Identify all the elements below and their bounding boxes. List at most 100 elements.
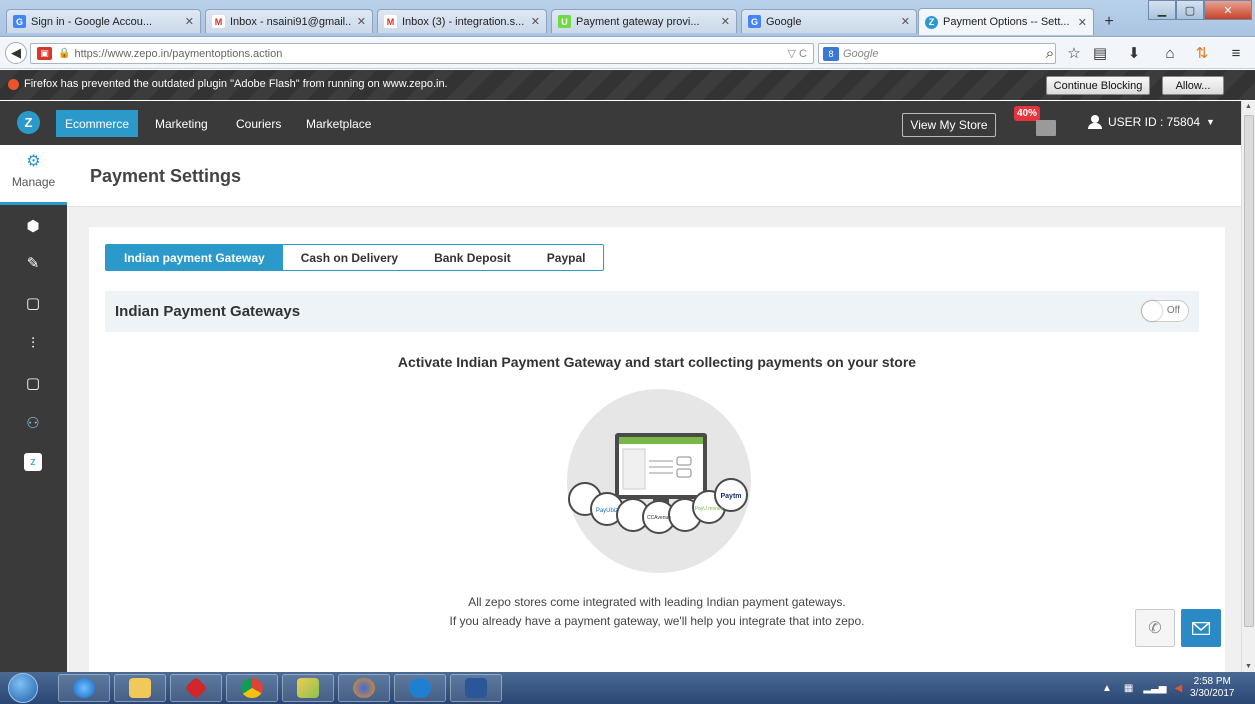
browser-tab-inbox[interactable]: M Inbox - nsaini91@gmail.... ✕ [205,9,373,33]
envelope-icon [1192,621,1210,635]
browser-tab-payment-gateway[interactable]: U Payment gateway provi... ✕ [551,9,737,33]
user-menu[interactable]: USER ID : 75804 ▼ [1088,115,1215,129]
sidebar: ⚙ Manage ⬢ ✎ ▢ ⫶ ▢ ⚇ z [0,145,67,672]
tab-label: Inbox (3) - integration.s... [402,15,525,28]
close-icon[interactable]: ✕ [357,15,366,28]
close-window-button[interactable]: ✕ [1204,0,1252,20]
browser-tab-inbox-integration[interactable]: M Inbox (3) - integration.s... ✕ [377,9,547,33]
page-scrollbar[interactable]: ▲ ▼ [1241,101,1255,672]
taskbar-ie[interactable] [58,674,110,702]
firefox-icon [353,678,375,698]
folders-icon [297,678,319,698]
app-red-icon [184,676,208,700]
page-title: Payment Settings [90,166,242,186]
close-icon[interactable]: ✕ [531,15,540,28]
customers-icon[interactable]: ⚇ [24,415,42,433]
sync-icon[interactable]: ⇅ [1192,46,1212,62]
browser-tab-strip: G Sign in - Google Accou... ✕ M Inbox - … [0,0,1255,37]
tab-bank-deposit[interactable]: Bank Deposit [416,245,529,270]
toggle-knob [1142,301,1162,321]
start-button[interactable] [8,673,38,703]
scrollbar-thumb[interactable] [1244,115,1254,627]
store-icon [1036,120,1056,136]
site-identity-icon[interactable]: ▣ [37,47,52,60]
user-id: USER ID : 75804 [1108,115,1201,129]
close-icon[interactable]: ✕ [721,15,730,28]
browser-tab-google[interactable]: G Google ✕ [741,9,917,33]
close-icon[interactable]: ✕ [185,15,194,28]
paytm-label: Paytm [720,493,741,500]
pages-icon[interactable]: ▢ [24,295,42,313]
menu-ecommerce[interactable]: Ecommerce [56,110,139,137]
call-button[interactable]: ✆ [1135,609,1175,647]
bookmark-star-icon[interactable]: ☆ [1064,46,1084,62]
lock-icon: 🔒 [58,48,71,59]
taskbar-teamviewer[interactable] [394,674,446,702]
settings-sliders-icon[interactable]: ⫶ [24,335,42,353]
browser-tab-payment-options[interactable]: Z Payment Options -- Sett... ✕ [918,8,1094,35]
plugin-message: Firefox has prevented the outdated plugi… [8,78,448,90]
promo-badge: 40% [1014,106,1041,121]
gateway-toggle[interactable]: Off [1141,300,1189,322]
scroll-up-arrow-icon[interactable]: ▲ [1245,103,1252,110]
menu-marketing[interactable]: Marketing [146,110,217,137]
taskbar-firefox[interactable] [338,674,390,702]
tab-label: Inbox - nsaini91@gmail.... [230,15,352,28]
search-box[interactable]: 8 Google [818,43,1056,64]
menu-marketplace[interactable]: Marketplace [297,110,380,137]
reload-icon[interactable]: ▽ C [788,47,807,60]
documents-icon[interactable]: ▢ [24,375,42,393]
back-button[interactable]: ◀ [5,42,27,64]
promo-store-icon[interactable]: 40% [1014,106,1062,142]
gmail-icon: M [384,15,397,28]
continue-blocking-button[interactable]: Continue Blocking [1046,76,1150,95]
zepo-logo[interactable]: Z [17,111,40,134]
tray-expand-icon[interactable]: ▲ [1102,683,1112,694]
signal-icon[interactable]: ▂▃▅ [1143,683,1166,694]
minimize-button[interactable]: ▁ [1148,0,1176,20]
volume-icon[interactable]: ◀ [1174,683,1182,694]
search-engine-icon[interactable]: 8 [823,46,839,61]
allow-button[interactable]: Allow... [1162,76,1224,95]
search-icon[interactable]: ⌕ [1040,46,1060,62]
home-icon[interactable]: ⌂ [1160,46,1180,62]
download-icon[interactable]: ⬇ [1124,46,1144,62]
orders-icon[interactable]: ✎ [24,255,42,273]
note-line-2: If you already have a payment gateway, w… [449,614,865,628]
view-my-store-button[interactable]: View My Store [902,113,996,137]
menu-couriers[interactable]: Couriers [227,110,290,137]
scroll-down-arrow-icon[interactable]: ▼ [1245,663,1252,670]
word-icon [465,678,487,698]
payment-settings-card: Indian payment Gateway Cash on Delivery … [89,227,1225,677]
network-icon[interactable]: ▦ [1124,683,1133,694]
taskbar-chrome[interactable] [226,674,278,702]
tab-cash-on-delivery[interactable]: Cash on Delivery [283,245,416,270]
close-icon[interactable]: ✕ [1078,16,1087,29]
tab-indian-payment-gateway[interactable]: Indian payment Gateway [106,245,283,270]
teamviewer-icon [409,678,431,698]
email-button[interactable] [1181,609,1221,647]
new-tab-button[interactable]: + [1098,12,1120,32]
zepo-icon: Z [925,15,938,29]
taskbar-explorer[interactable] [114,674,166,702]
payu-money-label: PayU money [695,506,724,512]
taskbar-word[interactable] [450,674,502,702]
bookmarks-menu-icon[interactable]: ▤ [1090,46,1110,62]
menu-icon[interactable]: ≡ [1226,46,1246,62]
close-icon[interactable]: ✕ [901,15,910,28]
browser-tab-google-signin[interactable]: G Sign in - Google Accou... ✕ [6,9,201,33]
tab-label: Payment Options -- Sett... [943,16,1070,28]
sidebar-item-manage[interactable]: ⚙ Manage [0,145,67,205]
product-box-icon[interactable]: ⬢ [24,218,42,236]
upwork-icon: U [558,15,571,28]
address-bar[interactable]: ▣ 🔒 https://www.zepo.in/paymentoptions.a… [30,43,814,64]
taskbar-app-red[interactable] [170,674,222,702]
zepo-app-icon[interactable]: z [24,453,42,471]
taskbar-folders[interactable] [282,674,334,702]
tab-paypal[interactable]: Paypal [529,245,604,270]
plugin-notification-bar: Firefox has prevented the outdated plugi… [0,70,1255,100]
maximize-button[interactable]: ▢ [1176,0,1204,20]
clock-time: 2:58 PM [1193,676,1231,687]
payment-gateway-illustration: PayUbiz CCAvenue PayU money Paytm [567,389,751,573]
taskbar-clock[interactable]: 2:58 PM 3/30/2017 [1190,676,1235,700]
